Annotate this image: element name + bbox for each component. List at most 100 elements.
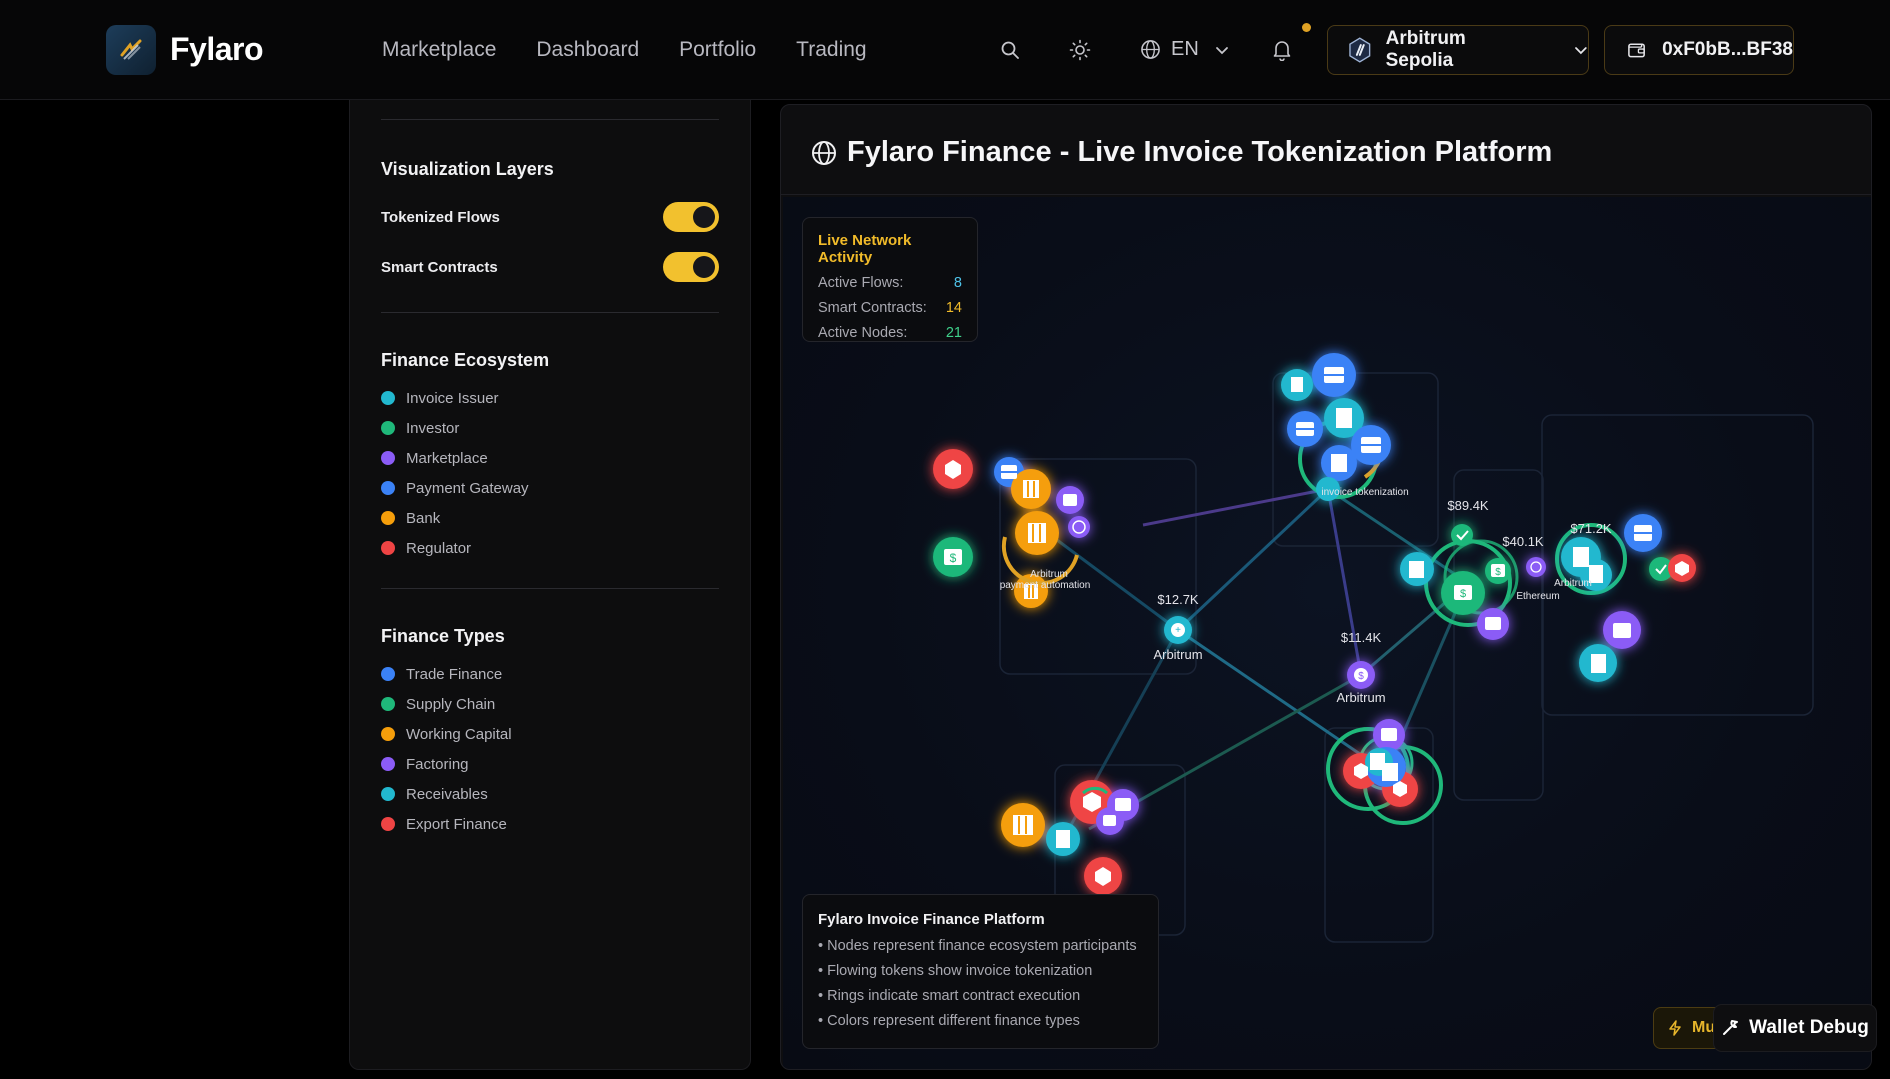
flow-value: $11.4K <box>1341 630 1382 645</box>
bottom-left-cluster <box>1001 780 1139 895</box>
stat-label: Smart Contracts: <box>818 300 927 316</box>
legend-label: Payment Gateway <box>406 479 529 497</box>
flow-value: $71.2K <box>1570 521 1612 536</box>
legend-item: Regulator <box>381 533 529 563</box>
top-cluster: invoice tokenization <box>1281 353 1409 501</box>
flow-chain: Arbitrum <box>1336 690 1385 705</box>
legend-label: Invoice Issuer <box>406 389 499 407</box>
brand-logo-icon[interactable] <box>106 25 156 75</box>
legend-label: Export Finance <box>406 815 507 833</box>
legend-dot <box>381 481 395 495</box>
nav-dashboard[interactable]: Dashboard <box>536 38 639 62</box>
info-line: • Colors represent different finance typ… <box>818 1013 1080 1029</box>
stat-row: Active Nodes: 21 <box>818 325 962 350</box>
cluster-regions <box>999 372 1814 943</box>
language-label: EN <box>1171 38 1199 60</box>
legend-item: Working Capital <box>381 719 512 749</box>
finance-ecosystem-title: Finance Ecosystem <box>381 350 550 370</box>
stat-row: Smart Contracts: 14 <box>818 300 962 325</box>
network-graph-canvas[interactable]: $ Arbitrum payment automation + $12.7K A… <box>783 197 1871 1069</box>
smart-contracts-value: 14 <box>945 300 962 316</box>
right-cluster: $ $ $89.4K $40.1K $71.2K Ethereum Arbitr… <box>1400 498 1696 682</box>
wallet-debug-label: Wallet Debug <box>1749 1017 1869 1038</box>
tokenized-flows-toggle[interactable] <box>663 202 719 232</box>
panel-header: Fylaro Finance - Live Invoice Tokenizati… <box>781 105 1871 195</box>
bottom-center-cluster <box>1326 719 1443 825</box>
chevron-down-icon <box>1575 47 1587 55</box>
toggle-knob <box>693 206 715 228</box>
stats-title: Live Network Activity <box>818 232 912 266</box>
notification-badge <box>1302 23 1311 32</box>
panel-title: Fylaro Finance - Live Invoice Tokenizati… <box>847 136 1553 168</box>
nav-marketplace[interactable]: Marketplace <box>382 38 496 62</box>
live-network-activity-card: Live Network Activity Active Flows: 8 Sma… <box>802 217 978 342</box>
info-title: Fylaro Invoice Finance Platform <box>818 911 1045 928</box>
ecosystem-legend: Invoice Issuer Investor Marketplace Paym… <box>381 383 529 563</box>
language-selector[interactable]: EN <box>1140 38 1229 61</box>
legend-label: Trade Finance <box>406 665 503 683</box>
flow-token-node[interactable]: $ $11.4K Arbitrum <box>1336 630 1385 705</box>
smart-contracts-toggle[interactable] <box>663 252 719 282</box>
visualization-layers-title: Visualization Layers <box>381 159 554 179</box>
stat-label: Active Flows: <box>818 275 904 291</box>
legend-item: Trade Finance <box>381 659 512 689</box>
arbitrum-logo-icon <box>1349 37 1371 63</box>
toggle-row-smart-contracts: Smart Contracts <box>381 252 719 282</box>
wallet-debug-button[interactable]: Wallet Debug <box>1714 1005 1876 1051</box>
search-icon[interactable] <box>996 36 1024 64</box>
legend-item: Factoring <box>381 749 512 779</box>
legend-dot <box>381 727 395 741</box>
legend-label: Investor <box>406 419 460 437</box>
network-visualization-panel: Fylaro Finance - Live Invoice Tokenizati… <box>780 104 1872 1070</box>
toggle-label: Tokenized Flows <box>381 208 500 226</box>
top-navbar: Fylaro Marketplace Dashboard Portfolio T… <box>0 0 1890 100</box>
graph-label: invoice tokenization <box>1321 487 1408 498</box>
mu-button-label: Mu <box>1692 1019 1716 1036</box>
notification-bell-icon[interactable] <box>1268 36 1296 64</box>
svg-text:Arbitrum: Arbitrum <box>1030 569 1068 580</box>
divider <box>381 588 719 589</box>
divider <box>381 119 719 120</box>
theme-toggle-sun-icon[interactable] <box>1066 36 1094 64</box>
nav-portfolio[interactable]: Portfolio <box>679 38 756 62</box>
wallet-address-button[interactable]: 0xF0bB...BF38 <box>1604 25 1794 75</box>
legend-item: Supply Chain <box>381 689 512 719</box>
svg-text:$: $ <box>950 551 957 565</box>
info-line: • Flowing tokens show invoice tokenizati… <box>818 963 1093 979</box>
network-name: Arbitrum Sepolia <box>1385 28 1466 71</box>
svg-text:+: + <box>1175 625 1181 636</box>
legend-item: Invoice Issuer <box>381 383 529 413</box>
wallet-icon <box>1628 43 1645 58</box>
legend-item: Investor <box>381 413 529 443</box>
sidebar: Visualization Layers Tokenized Flows Sma… <box>349 100 751 1070</box>
brand-name[interactable]: Fylaro <box>170 31 264 68</box>
flow-value: $40.1K <box>1502 534 1544 549</box>
legend-label: Regulator <box>406 539 472 557</box>
flow-value: $12.7K <box>1157 592 1199 607</box>
network-selector-button[interactable]: Arbitrum Sepolia <box>1327 25 1589 75</box>
legend-label: Bank <box>406 509 441 527</box>
graph-label: Arbitrum <box>1554 578 1592 589</box>
flow-chain: Arbitrum <box>1153 647 1202 662</box>
main-nav: Marketplace Dashboard Portfolio Trading <box>382 38 867 62</box>
toggle-knob <box>693 256 715 278</box>
flow-value: $89.4K <box>1447 498 1489 513</box>
lightning-icon <box>1669 1020 1681 1036</box>
legend-dot <box>381 757 395 771</box>
legend-label: Supply Chain <box>406 695 496 713</box>
legend-label: Receivables <box>406 785 488 803</box>
info-line: • Nodes represent finance ecosystem part… <box>818 938 1137 954</box>
divider <box>381 312 719 313</box>
graph-label: Ethereum <box>1516 591 1559 602</box>
legend-label: Factoring <box>406 755 469 773</box>
legend-dot <box>381 787 395 801</box>
finance-types-title: Finance Types <box>381 626 505 646</box>
legend-dot <box>381 391 395 405</box>
legend-dot <box>381 511 395 525</box>
legend-dot <box>381 697 395 711</box>
legend-dot <box>381 451 395 465</box>
svg-text:$: $ <box>1460 588 1466 600</box>
nav-trading[interactable]: Trading <box>796 38 866 62</box>
flow-token-node[interactable]: + $12.7K Arbitrum <box>1153 592 1202 662</box>
wrench-icon <box>1723 1020 1739 1035</box>
